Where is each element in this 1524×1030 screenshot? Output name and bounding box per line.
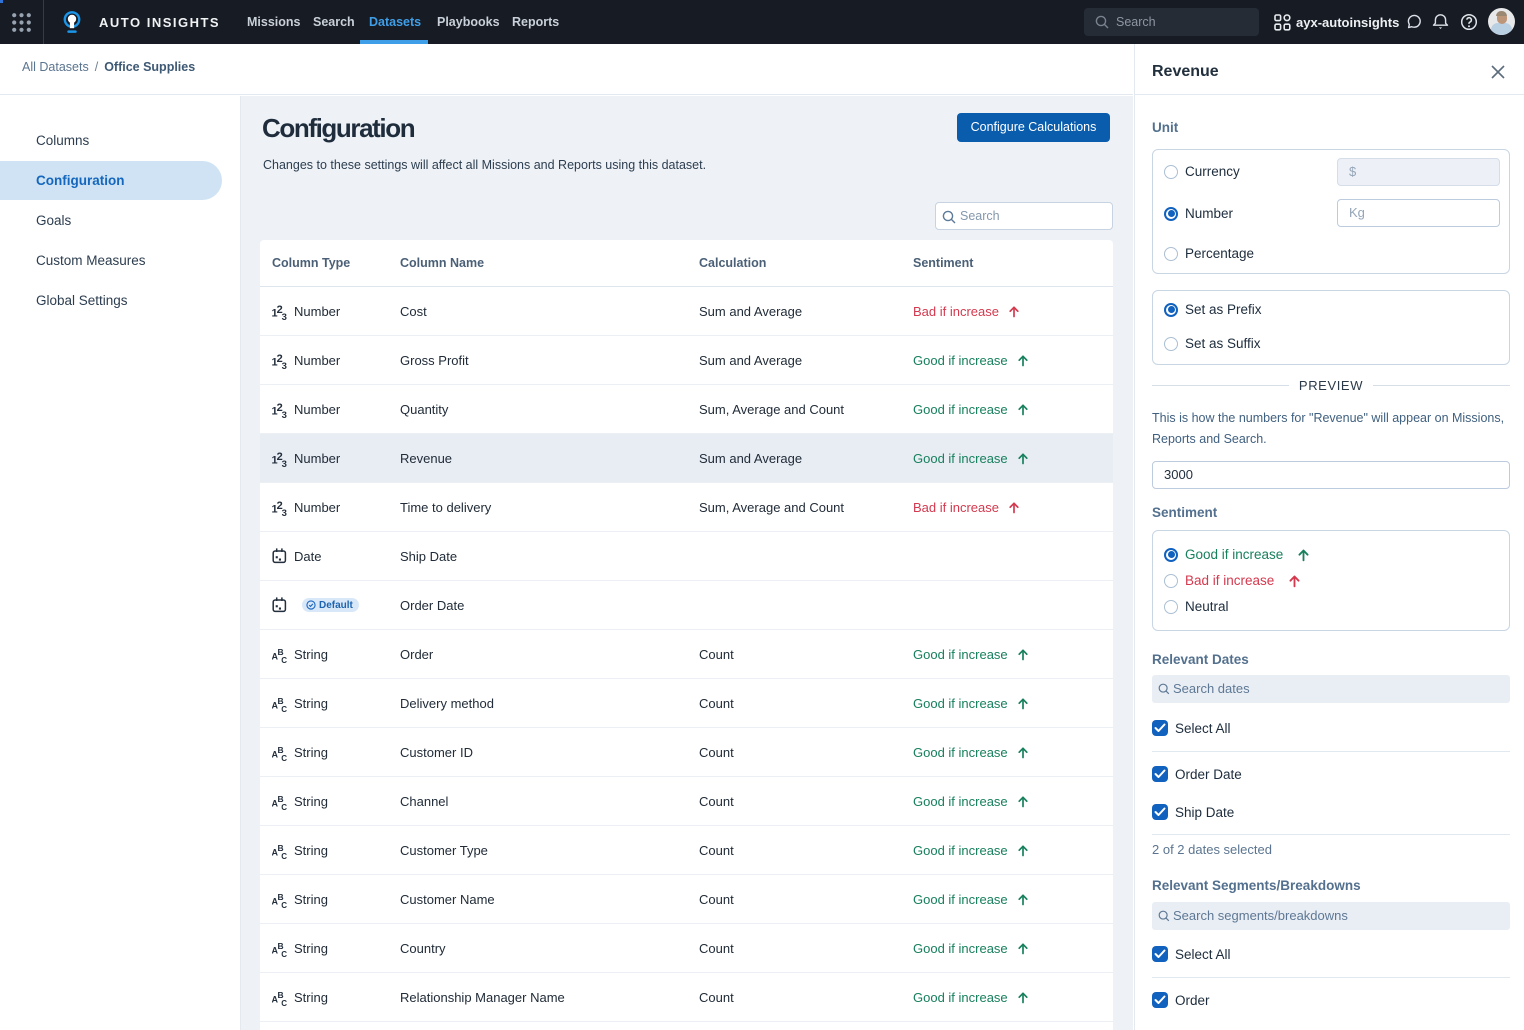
svg-text:C: C — [281, 754, 287, 761]
svg-text:C: C — [281, 950, 287, 957]
svg-text:C: C — [281, 852, 287, 859]
svg-text:C: C — [281, 705, 287, 712]
svg-text:3: 3 — [282, 312, 287, 320]
svg-text:C: C — [281, 803, 287, 810]
svg-text:3: 3 — [282, 459, 287, 467]
svg-text:3: 3 — [282, 410, 287, 418]
svg-text:C: C — [281, 999, 287, 1006]
svg-text:3: 3 — [282, 508, 287, 516]
svg-text:3: 3 — [282, 361, 287, 369]
svg-text:C: C — [281, 901, 287, 908]
svg-text:C: C — [281, 656, 287, 663]
